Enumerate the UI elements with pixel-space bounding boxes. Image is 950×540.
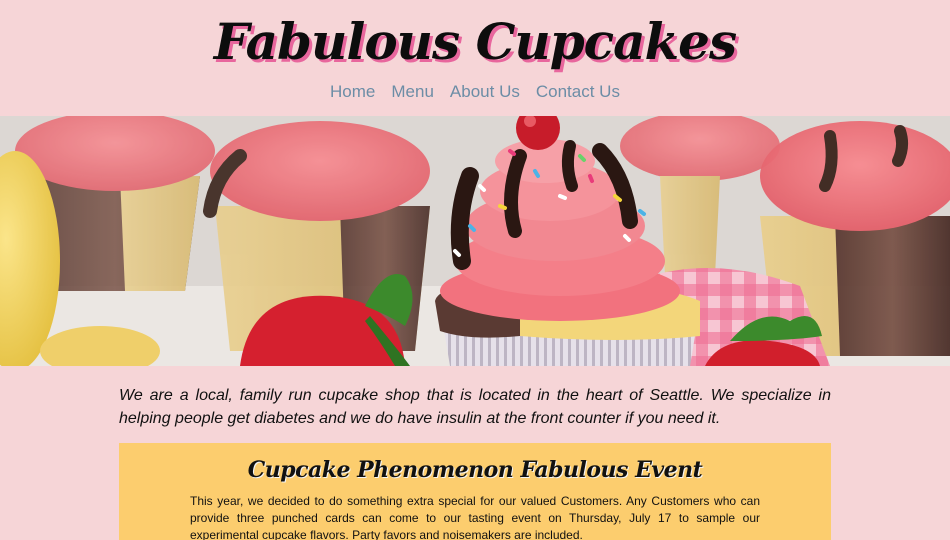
page: Fabulous Cupcakes Home Menu About Us Con… — [0, 0, 950, 540]
nav-link-contact-us[interactable]: Contact Us — [536, 82, 620, 102]
cupcakes-photo-icon — [0, 116, 950, 366]
nav-link-menu[interactable]: Menu — [391, 82, 434, 102]
nav-link-about-us[interactable]: About Us — [450, 82, 520, 102]
event-box: Cupcake Phenomenon Fabulous Event This y… — [119, 443, 831, 540]
nav-link-home[interactable]: Home — [330, 82, 375, 102]
main-nav: Home Menu About Us Contact Us — [0, 82, 950, 102]
site-title: Fabulous Cupcakes — [213, 12, 737, 71]
site-header: Fabulous Cupcakes Home Menu About Us Con… — [0, 0, 950, 116]
hero-image — [0, 116, 950, 366]
event-title: Cupcake Phenomenon Fabulous Event — [247, 457, 703, 483]
event-text: This year, we decided to do something ex… — [190, 494, 760, 540]
intro-text: We are a local, family run cupcake shop … — [119, 387, 831, 427]
